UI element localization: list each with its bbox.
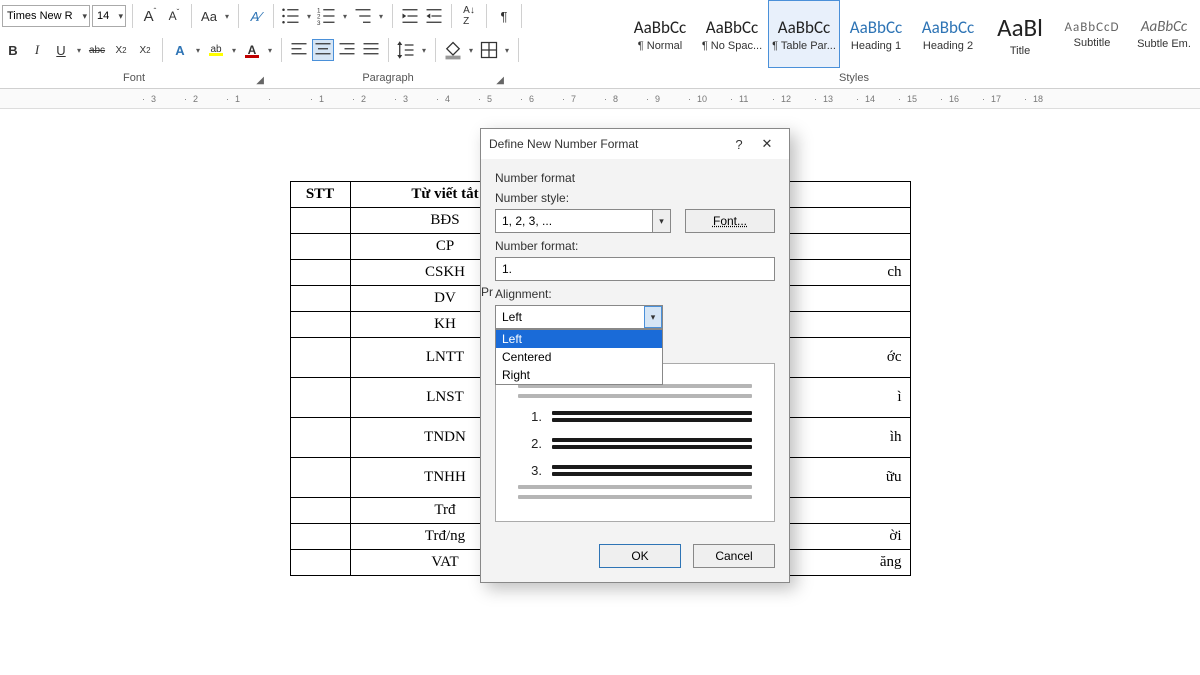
multilevel-list-button[interactable] bbox=[352, 5, 374, 27]
label-number-style: Number style: bbox=[495, 191, 775, 205]
ok-button[interactable]: OK bbox=[599, 544, 681, 568]
numbering-button[interactable]: 123 bbox=[316, 5, 338, 27]
dialog-titlebar[interactable]: Define New Number Format ? ✕ bbox=[481, 129, 789, 159]
style-heading-1[interactable]: AaBbCcHeading 1 bbox=[840, 0, 912, 68]
sort-button[interactable]: A↓Z bbox=[458, 5, 480, 27]
group-label-styles: Styles bbox=[839, 72, 869, 84]
cancel-button[interactable]: Cancel bbox=[693, 544, 775, 568]
subscript-button[interactable]: X2 bbox=[110, 39, 132, 61]
number-format-input[interactable]: 1. bbox=[495, 257, 775, 281]
styles-gallery: AaBbCc¶ Normal AaBbCc¶ No Spac... AaBbCc… bbox=[624, 0, 1200, 68]
dialog-close-button[interactable]: ✕ bbox=[753, 136, 781, 152]
style-normal[interactable]: AaBbCc¶ Normal bbox=[624, 0, 696, 68]
chevron-down-icon[interactable]: ▾ bbox=[644, 306, 662, 328]
strikethrough-button[interactable]: abc bbox=[86, 39, 108, 61]
dialog-help-button[interactable]: ? bbox=[725, 137, 753, 152]
align-right-button[interactable] bbox=[336, 39, 358, 61]
font-color-button[interactable]: A bbox=[241, 39, 263, 61]
group-label-paragraph: Paragraph bbox=[362, 72, 413, 84]
italic-button[interactable]: I bbox=[26, 39, 48, 61]
increase-indent-button[interactable] bbox=[423, 5, 445, 27]
multilevel-dropdown-icon[interactable]: ▾ bbox=[376, 12, 386, 21]
ribbon: Times New R 14 Aˆ Aˇ Aa ▾ A⁄ ▾ 123 ▾ ▾ A… bbox=[0, 0, 1200, 89]
bold-button[interactable]: B bbox=[2, 39, 24, 61]
bullets-button[interactable] bbox=[280, 5, 302, 27]
style-table-paragraph[interactable]: AaBbCc¶ Table Par... bbox=[768, 0, 840, 68]
line-spacing-dropdown-icon[interactable]: ▾ bbox=[419, 46, 429, 55]
borders-dropdown-icon[interactable]: ▾ bbox=[502, 46, 512, 55]
svg-text:3: 3 bbox=[317, 20, 321, 26]
preview-label-truncated: Pr bbox=[481, 285, 493, 299]
numbering-dropdown-icon[interactable]: ▾ bbox=[340, 12, 350, 21]
group-label-font: Font bbox=[123, 72, 145, 84]
align-left-button[interactable] bbox=[288, 39, 310, 61]
case-dropdown-icon[interactable]: ▾ bbox=[222, 12, 232, 21]
font-size-combo[interactable]: 14 bbox=[92, 5, 126, 27]
font-button[interactable]: Font... bbox=[685, 209, 775, 233]
section-number-format: Number format bbox=[495, 171, 775, 185]
bullets-dropdown-icon[interactable]: ▾ bbox=[304, 12, 314, 21]
decrease-indent-button[interactable] bbox=[399, 5, 421, 27]
text-effects-dropdown-icon[interactable]: ▾ bbox=[193, 46, 203, 55]
underline-dropdown-icon[interactable]: ▾ bbox=[74, 46, 84, 55]
highlight-button[interactable]: ab bbox=[205, 39, 227, 61]
preview-box: 1. 2. 3. bbox=[495, 363, 775, 522]
font-dialog-launcher-icon[interactable]: ◢ bbox=[256, 75, 264, 86]
paragraph-dialog-launcher-icon[interactable]: ◢ bbox=[496, 75, 504, 86]
clear-formatting-button[interactable]: A⁄ bbox=[245, 5, 267, 27]
group-labels: Font ◢ Paragraph ◢ Styles bbox=[0, 68, 1200, 88]
borders-button[interactable] bbox=[478, 39, 500, 61]
style-subtle-emphasis[interactable]: AaBbCcSubtle Em. bbox=[1128, 0, 1200, 68]
underline-button[interactable]: U bbox=[50, 39, 72, 61]
change-case-button[interactable]: Aa bbox=[198, 5, 220, 27]
table-header-stt[interactable]: STT bbox=[290, 182, 350, 208]
style-no-spacing[interactable]: AaBbCc¶ No Spac... bbox=[696, 0, 768, 68]
number-style-combo[interactable]: 1, 2, 3, ...▾ bbox=[495, 209, 671, 233]
superscript-button[interactable]: X2 bbox=[134, 39, 156, 61]
align-justify-button[interactable] bbox=[360, 39, 382, 61]
label-alignment: Alignment: bbox=[495, 287, 775, 301]
style-subtitle[interactable]: AaBbCcDSubtitle bbox=[1056, 0, 1128, 68]
style-heading-2[interactable]: AaBbCcHeading 2 bbox=[912, 0, 984, 68]
line-spacing-button[interactable] bbox=[395, 39, 417, 61]
text-effects-button[interactable]: A bbox=[169, 39, 191, 61]
alignment-combo[interactable]: Left▾ bbox=[495, 305, 663, 329]
show-marks-button[interactable]: ¶ bbox=[493, 5, 515, 27]
horizontal-ruler[interactable]: 321123456789101112131415161718 bbox=[0, 89, 1200, 109]
alignment-option-right[interactable]: Right bbox=[496, 366, 662, 384]
chevron-down-icon[interactable]: ▾ bbox=[652, 210, 670, 232]
shrink-font-button[interactable]: Aˇ bbox=[163, 5, 185, 27]
align-center-button[interactable] bbox=[312, 39, 334, 61]
style-title[interactable]: AaBlTitle bbox=[984, 0, 1056, 68]
font-name-combo[interactable]: Times New R bbox=[2, 5, 90, 27]
font-color-dropdown-icon[interactable]: ▾ bbox=[265, 46, 275, 55]
alignment-option-left[interactable]: Left bbox=[496, 330, 662, 348]
shading-dropdown-icon[interactable]: ▾ bbox=[466, 46, 476, 55]
alignment-option-centered[interactable]: Centered bbox=[496, 348, 662, 366]
grow-font-button[interactable]: Aˆ bbox=[139, 5, 161, 27]
dialog-title: Define New Number Format bbox=[489, 137, 725, 151]
alignment-dropdown: Left Centered Right bbox=[495, 329, 663, 385]
label-number-format: Number format: bbox=[495, 239, 775, 253]
define-number-format-dialog: Define New Number Format ? ✕ Number form… bbox=[480, 128, 790, 583]
shading-button[interactable] bbox=[442, 39, 464, 61]
highlight-dropdown-icon[interactable]: ▾ bbox=[229, 46, 239, 55]
